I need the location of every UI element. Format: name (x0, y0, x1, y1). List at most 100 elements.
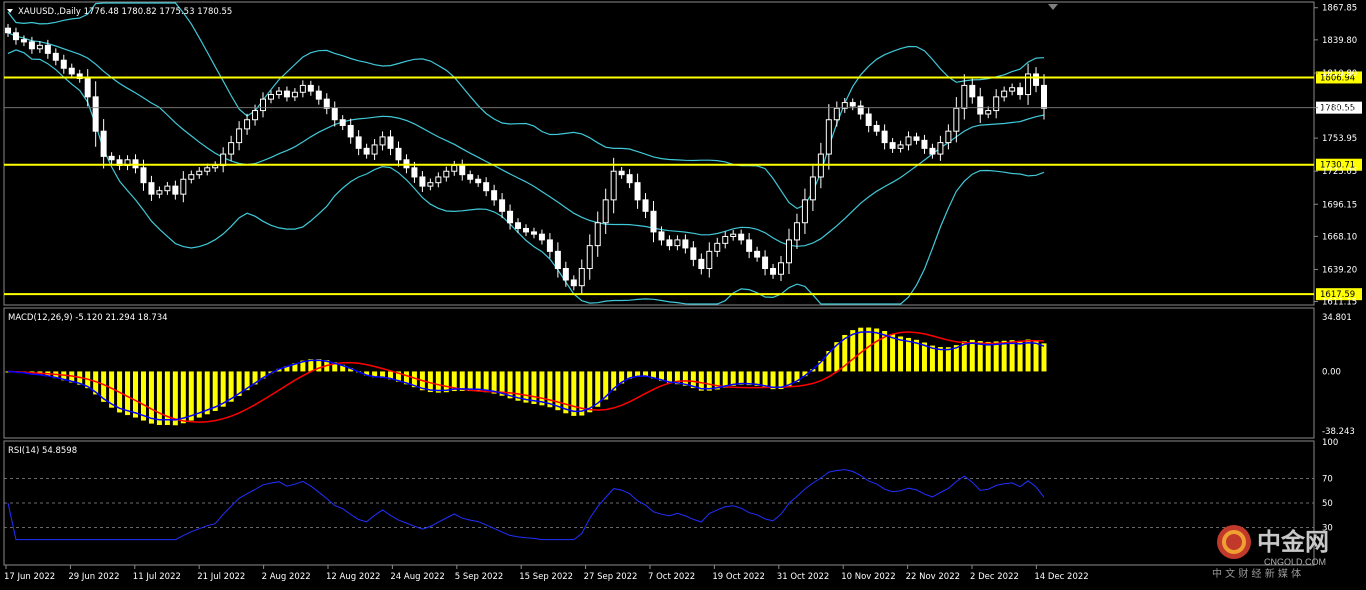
candle[interactable] (993, 89, 1000, 119)
candle[interactable] (68, 63, 75, 79)
candle[interactable] (148, 175, 155, 201)
candle[interactable] (36, 41, 43, 53)
candle[interactable] (180, 171, 187, 203)
candle[interactable] (546, 233, 553, 259)
candle[interactable] (1009, 83, 1016, 96)
candle[interactable] (578, 259, 585, 295)
candle[interactable] (801, 188, 808, 234)
candle[interactable] (427, 178, 434, 191)
candle[interactable] (371, 138, 378, 161)
candle[interactable] (5, 24, 11, 37)
candle[interactable] (172, 180, 179, 200)
candle[interactable] (730, 230, 737, 241)
candle[interactable] (475, 175, 482, 187)
candle[interactable] (84, 69, 91, 107)
candle[interactable] (395, 141, 402, 167)
candle[interactable] (1041, 74, 1047, 120)
candle[interactable] (985, 106, 992, 119)
candle[interactable] (523, 224, 529, 237)
candle[interactable] (283, 86, 290, 102)
candle[interactable] (244, 113, 251, 135)
candle[interactable] (483, 177, 490, 197)
candle[interactable] (355, 130, 362, 156)
candle[interactable] (347, 118, 354, 144)
candle[interactable] (785, 228, 792, 275)
candle[interactable] (499, 193, 506, 219)
candle[interactable] (762, 250, 769, 276)
candle[interactable] (570, 275, 577, 291)
candle[interactable] (722, 231, 729, 249)
candle[interactable] (690, 241, 697, 267)
candle[interactable] (754, 246, 761, 262)
candle[interactable] (682, 234, 689, 254)
candle[interactable] (164, 181, 171, 195)
candle[interactable] (746, 233, 753, 259)
candle[interactable] (156, 186, 163, 199)
candle[interactable] (220, 147, 227, 173)
candle[interactable] (100, 119, 107, 169)
candle[interactable] (419, 171, 426, 193)
candle[interactable] (323, 93, 330, 115)
candle[interactable] (20, 35, 27, 47)
candle[interactable] (642, 193, 649, 219)
candle[interactable] (451, 160, 458, 176)
candle[interactable] (60, 54, 67, 74)
candle[interactable] (969, 78, 976, 104)
candle[interactable] (945, 124, 952, 150)
candle[interactable] (857, 100, 864, 120)
chart-shift-marker-icon[interactable] (1048, 4, 1058, 10)
candle[interactable] (793, 213, 800, 249)
candle[interactable] (809, 165, 816, 212)
candle[interactable] (666, 235, 673, 251)
candle[interactable] (833, 101, 840, 127)
candle[interactable] (913, 132, 920, 145)
candle[interactable] (76, 69, 83, 83)
candle[interactable] (1033, 67, 1040, 93)
candle[interactable] (881, 124, 888, 150)
candle[interactable] (28, 36, 35, 54)
candle[interactable] (459, 159, 466, 181)
candle[interactable] (825, 104, 832, 170)
candle[interactable] (1001, 86, 1008, 102)
candle[interactable] (618, 167, 625, 179)
trading-chart[interactable]: 1806.941730.711617.591780.55 34.8010.00-… (0, 0, 1366, 590)
candle[interactable] (929, 143, 936, 159)
candle[interactable] (538, 229, 545, 245)
candle[interactable] (491, 184, 498, 206)
candle[interactable] (977, 87, 984, 124)
candle[interactable] (331, 101, 338, 127)
candle[interactable] (379, 131, 386, 151)
candle[interactable] (905, 131, 912, 151)
candle[interactable] (52, 48, 59, 66)
candle[interactable] (602, 188, 609, 234)
candle[interactable] (873, 120, 880, 136)
candle[interactable] (467, 170, 474, 184)
candle[interactable] (299, 80, 306, 98)
candle[interactable] (435, 172, 442, 188)
candle[interactable] (260, 92, 267, 118)
candle[interactable] (897, 140, 904, 153)
candle[interactable] (594, 211, 601, 257)
candle[interactable] (921, 134, 928, 154)
candle[interactable] (339, 115, 346, 131)
candle[interactable] (363, 143, 370, 159)
candle[interactable] (937, 135, 944, 161)
candle[interactable] (236, 121, 243, 151)
candle[interactable] (196, 167, 203, 179)
candle[interactable] (738, 229, 745, 245)
candle[interactable] (188, 170, 195, 184)
candle[interactable] (770, 263, 777, 279)
candle[interactable] (530, 227, 537, 239)
candle[interactable] (124, 155, 131, 171)
candle[interactable] (1017, 82, 1024, 100)
candle[interactable] (698, 253, 705, 275)
candle[interactable] (116, 155, 123, 171)
candle[interactable] (315, 85, 322, 105)
candle[interactable] (562, 261, 569, 287)
candle[interactable] (387, 130, 394, 156)
candle[interactable] (714, 237, 721, 257)
candle[interactable] (626, 169, 633, 189)
candle[interactable] (307, 80, 314, 96)
candle[interactable] (1025, 63, 1032, 105)
candle[interactable] (586, 234, 593, 280)
